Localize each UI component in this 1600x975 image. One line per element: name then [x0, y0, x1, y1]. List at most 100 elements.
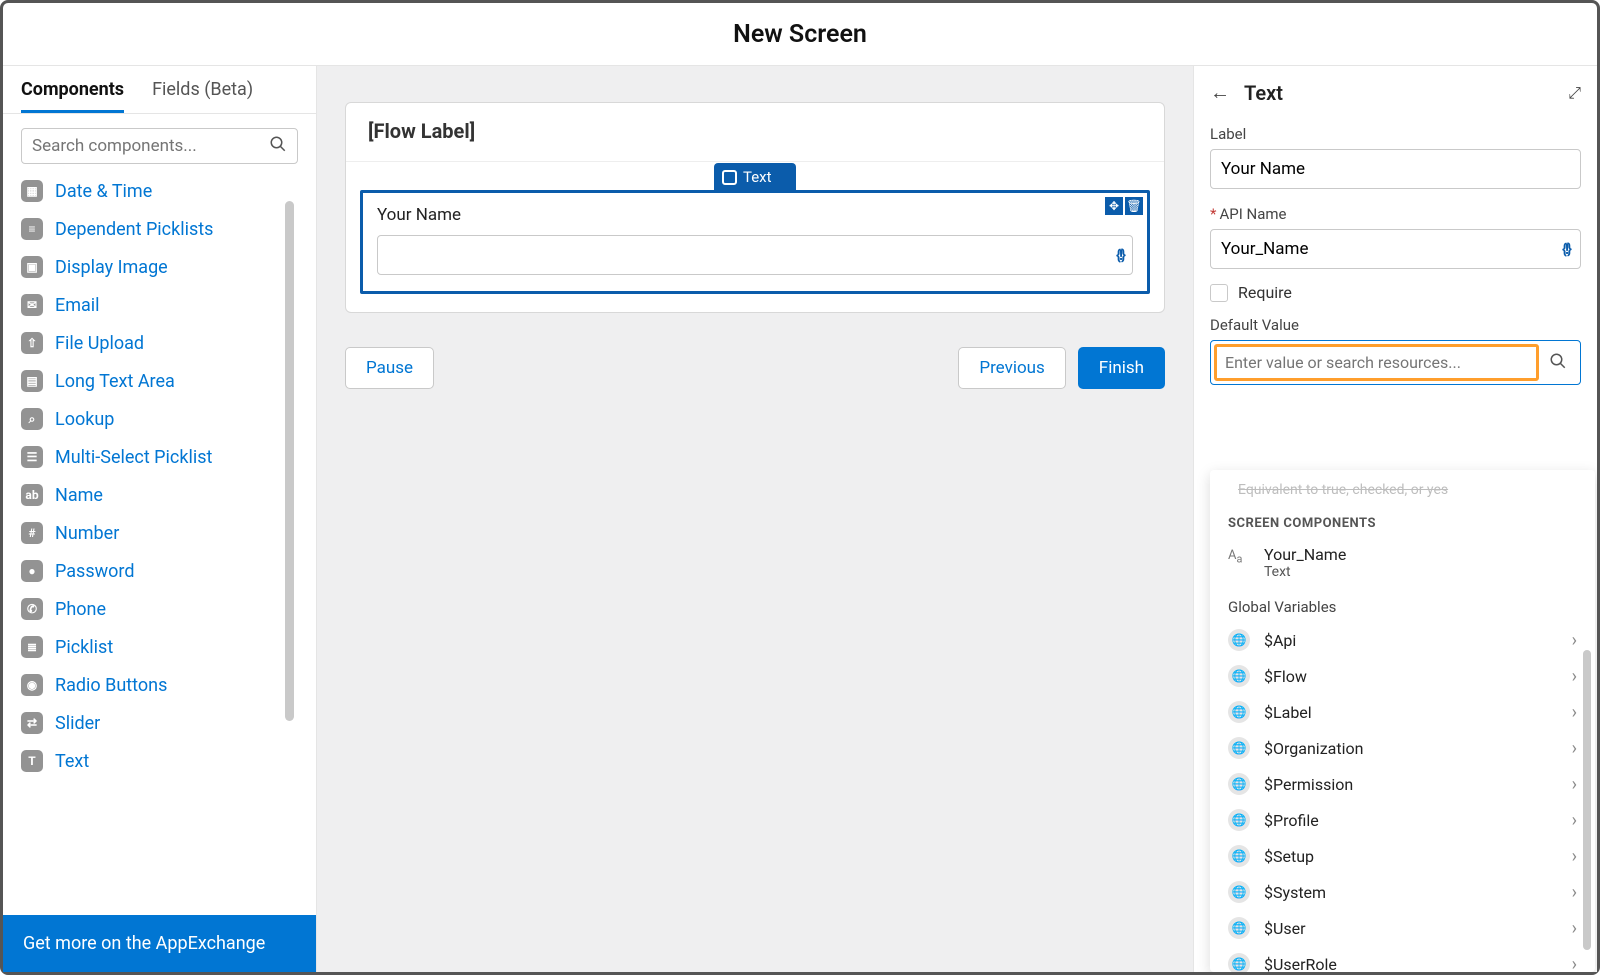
component-item[interactable]: abName	[21, 476, 308, 514]
chevron-right-icon: ›	[1572, 738, 1577, 759]
dropdown-item-global[interactable]: 🌐$Profile›	[1210, 802, 1595, 838]
require-checkbox-row[interactable]: Require	[1210, 283, 1581, 302]
dropdown-item-global[interactable]: 🌐$Permission›	[1210, 766, 1595, 802]
api-name-label: *API Name	[1210, 205, 1581, 223]
component-item[interactable]: ✆Phone	[21, 590, 308, 628]
search-icon[interactable]	[1539, 352, 1577, 374]
globe-icon: 🌐	[1228, 917, 1250, 939]
globe-icon: 🌐	[1228, 845, 1250, 867]
globe-icon: 🌐	[1228, 629, 1250, 651]
email-icon: ✉	[21, 294, 43, 316]
multi-picklist-icon: ☰	[21, 446, 43, 468]
back-arrow-icon[interactable]: ←	[1210, 80, 1230, 105]
merge-field-icon[interactable]: {!}	[1116, 246, 1124, 264]
field-input-preview[interactable]: {!}	[377, 235, 1133, 275]
dropdown-hint: Equivalent to true, checked, or yes	[1210, 470, 1595, 504]
globe-icon: 🌐	[1228, 665, 1250, 687]
tab-fields[interactable]: Fields (Beta)	[152, 79, 253, 113]
dropdown-section-screen: SCREEN COMPONENTS	[1210, 504, 1595, 539]
name-icon: ab	[21, 484, 43, 506]
globe-icon: 🌐	[1228, 701, 1250, 723]
properties-panel: ← Text ⤢ Label *API Name {!} Require Def…	[1193, 66, 1597, 972]
tab-components[interactable]: Components	[21, 79, 124, 113]
modal-title: New Screen	[3, 3, 1597, 66]
component-item[interactable]: ✉Email	[21, 286, 308, 324]
dropdown-item-global[interactable]: 🌐$Flow›	[1210, 658, 1595, 694]
label-label: Label	[1210, 125, 1581, 143]
component-item[interactable]: ▦Date & Time	[21, 172, 308, 210]
component-item[interactable]: ⇧File Upload	[21, 324, 308, 362]
screen-card: [Flow Label] Text ✥ 🗑 Your Name {!}	[345, 102, 1165, 313]
default-value-field[interactable]	[1225, 353, 1528, 372]
modal-window: New Screen Components Fields (Beta) ▦Dat…	[0, 0, 1600, 975]
component-item[interactable]: TText	[21, 742, 308, 780]
password-icon: ●	[21, 560, 43, 582]
require-checkbox[interactable]	[1210, 284, 1228, 302]
dropdown-scrollbar[interactable]	[1583, 650, 1591, 950]
previous-button[interactable]: Previous	[958, 347, 1065, 389]
chevron-right-icon: ›	[1572, 918, 1577, 939]
label-input-field[interactable]	[1221, 159, 1570, 179]
component-type-chip: Text	[714, 163, 796, 191]
long-text-icon: ▤	[21, 370, 43, 392]
panel-title: Text	[1244, 81, 1554, 105]
appexchange-link[interactable]: Get more on the AppExchange	[3, 915, 316, 972]
screen-footer: Pause Previous Finish	[345, 347, 1165, 389]
component-item[interactable]: ≣Picklist	[21, 628, 308, 666]
pause-button[interactable]: Pause	[345, 347, 434, 389]
globe-icon: 🌐	[1228, 773, 1250, 795]
component-item[interactable]: ⌕Lookup	[21, 400, 308, 438]
sidebar-scrollbar[interactable]	[285, 201, 294, 721]
chevron-right-icon: ›	[1572, 954, 1577, 973]
dropdown-item-global[interactable]: 🌐$Setup›	[1210, 838, 1595, 874]
chevron-right-icon: ›	[1572, 846, 1577, 867]
move-handle-icon[interactable]: ✥	[1105, 197, 1123, 215]
dropdown-item-global[interactable]: 🌐$UserRole›	[1210, 946, 1595, 972]
screen-canvas: [Flow Label] Text ✥ 🗑 Your Name {!}	[317, 66, 1193, 972]
number-icon: #	[21, 522, 43, 544]
picklist-icon: ≡	[21, 218, 43, 240]
merge-field-icon[interactable]: {!}	[1562, 240, 1570, 258]
dropdown-item-global[interactable]: 🌐$Api›	[1210, 622, 1595, 658]
selected-component[interactable]: ✥ 🗑 Your Name {!}	[360, 190, 1150, 294]
search-components[interactable]	[21, 128, 298, 164]
modal-title-text: New Screen	[733, 20, 867, 49]
component-item[interactable]: ●Password	[21, 552, 308, 590]
upload-icon: ⇧	[21, 332, 43, 354]
component-sidebar: Components Fields (Beta) ▦Date & Time ≡D…	[3, 66, 317, 972]
dropdown-item-global[interactable]: 🌐$System›	[1210, 874, 1595, 910]
sidebar-tabs: Components Fields (Beta)	[3, 66, 316, 114]
chevron-right-icon: ›	[1572, 882, 1577, 903]
component-item[interactable]: ▣Display Image	[21, 248, 308, 286]
default-value-input[interactable]	[1210, 340, 1581, 385]
flow-label: [Flow Label]	[346, 103, 1164, 162]
component-item[interactable]: #Number	[21, 514, 308, 552]
dropdown-item-global[interactable]: 🌐$Label›	[1210, 694, 1595, 730]
delete-icon[interactable]: 🗑	[1125, 197, 1143, 215]
lookup-icon: ⌕	[21, 408, 43, 430]
search-icon	[269, 135, 287, 157]
dropdown-item-component[interactable]: Aa Your_Name Text	[1210, 539, 1595, 590]
text-type-icon: Aa	[1228, 545, 1250, 566]
component-item[interactable]: ☰Multi-Select Picklist	[21, 438, 308, 476]
expand-icon[interactable]: ⤢	[1568, 83, 1581, 103]
label-input[interactable]	[1210, 149, 1581, 189]
dropdown-section-global: Global Variables	[1210, 590, 1595, 622]
component-item[interactable]: ▤Long Text Area	[21, 362, 308, 400]
finish-button[interactable]: Finish	[1078, 347, 1165, 389]
text-icon: T	[21, 750, 43, 772]
dropdown-item-global[interactable]: 🌐$Organization›	[1210, 730, 1595, 766]
resource-dropdown: Equivalent to true, checked, or yes SCRE…	[1210, 470, 1595, 972]
chevron-right-icon: ›	[1572, 630, 1577, 651]
api-name-input[interactable]: {!}	[1210, 229, 1581, 269]
dropdown-item-global[interactable]: 🌐$User›	[1210, 910, 1595, 946]
search-input[interactable]	[32, 136, 269, 156]
component-item[interactable]: ⇄Slider	[21, 704, 308, 742]
radio-icon: ◉	[21, 674, 43, 696]
component-item[interactable]: ≡Dependent Picklists	[21, 210, 308, 248]
api-name-field[interactable]	[1221, 239, 1562, 259]
component-item[interactable]: ◉Radio Buttons	[21, 666, 308, 704]
globe-icon: 🌐	[1228, 953, 1250, 972]
image-icon: ▣	[21, 256, 43, 278]
require-label: Require	[1238, 283, 1292, 302]
